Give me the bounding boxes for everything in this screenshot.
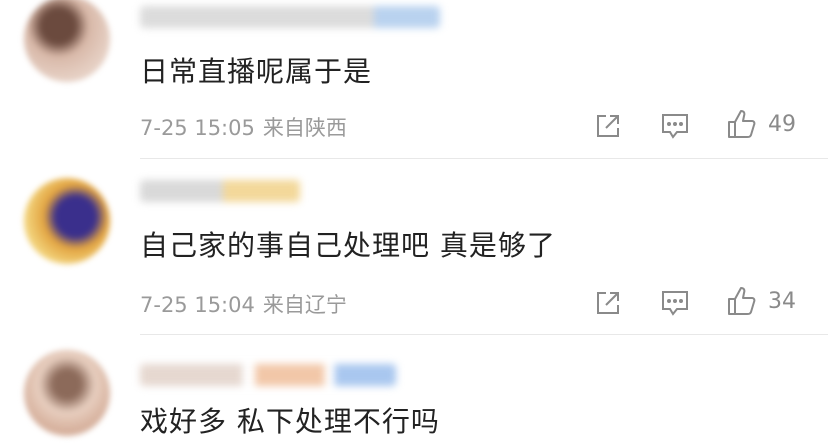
username-blurred[interactable]: [140, 180, 300, 202]
comment-meta: 7-25 15:04 来自辽宁: [140, 289, 347, 319]
avatar[interactable]: [24, 350, 110, 436]
comment-meta: 7-25 15:05 来自陕西: [140, 112, 347, 142]
like-count: 34: [768, 289, 796, 314]
comment-text: 自己家的事自己处理吧 真是够了: [140, 229, 556, 262]
divider: [140, 158, 828, 159]
comment-time: 7-25 15:04: [140, 293, 255, 317]
reply-icon[interactable]: [660, 112, 690, 140]
comment-text: 日常直播呢属于是: [140, 55, 373, 88]
username-blurred[interactable]: [140, 6, 440, 28]
like-count: 49: [768, 112, 796, 137]
divider: [140, 334, 828, 335]
avatar[interactable]: [24, 0, 110, 82]
avatar[interactable]: [24, 178, 110, 264]
like-icon[interactable]: [726, 108, 758, 140]
reply-icon[interactable]: [660, 289, 690, 317]
like-icon[interactable]: [726, 285, 758, 317]
comment-time: 7-25 15:05: [140, 116, 255, 140]
comment-location: 来自辽宁: [262, 293, 347, 317]
comment-item: 日常直播呢属于是 7-25 15:05 来自陕西 49: [0, 0, 828, 160]
share-icon[interactable]: [594, 112, 622, 140]
comment-location: 来自陕西: [262, 116, 347, 140]
username-blurred[interactable]: [140, 364, 396, 386]
comment-text: 戏好多 私下处理不行吗: [140, 405, 440, 438]
share-icon[interactable]: [594, 289, 622, 317]
